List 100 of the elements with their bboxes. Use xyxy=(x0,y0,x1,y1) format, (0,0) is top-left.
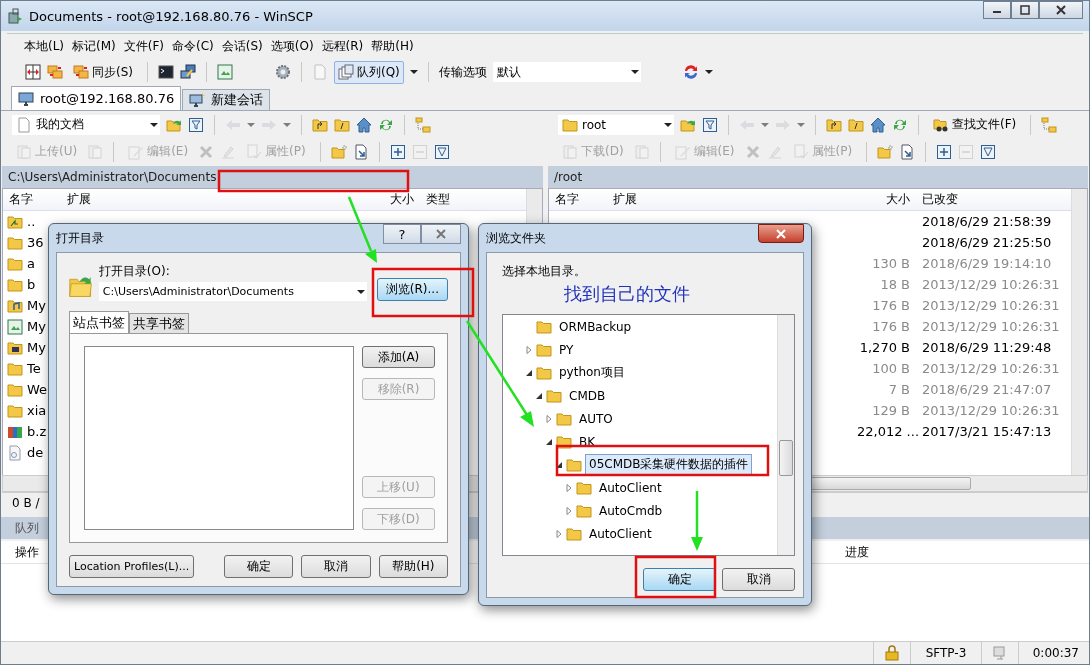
column-header[interactable]: 大小 xyxy=(362,191,420,208)
expanded-triangle-icon[interactable] xyxy=(525,368,533,377)
plus-icon[interactable] xyxy=(936,143,953,160)
location-dropdown[interactable]: 我的文档 xyxy=(12,114,160,135)
file-name[interactable]: My xyxy=(26,340,47,355)
help-button[interactable]: ? xyxy=(383,224,421,244)
menu-item[interactable]: 文件(F) xyxy=(120,37,168,55)
scrollbar[interactable] xyxy=(777,315,794,555)
collapsed-triangle-icon[interactable] xyxy=(565,483,573,492)
close-button[interactable] xyxy=(758,224,804,243)
file-name[interactable]: de xyxy=(26,445,45,460)
plus-icon[interactable] xyxy=(389,143,406,160)
collapsed-triangle-icon[interactable] xyxy=(545,414,553,423)
folder-tree-item[interactable]: PY xyxy=(555,340,578,359)
bookmark-button[interactable]: 添加(A) xyxy=(362,346,435,368)
menu-item[interactable]: 命令(C) xyxy=(169,37,217,55)
parent-folder-icon[interactable] xyxy=(312,116,328,133)
maximize-button[interactable] xyxy=(1011,1,1039,19)
menu-item[interactable]: 远程(R) xyxy=(318,37,367,55)
compare-icon[interactable] xyxy=(25,64,41,80)
file-name[interactable]: My xyxy=(26,298,47,313)
home-icon[interactable] xyxy=(870,116,886,133)
file-name[interactable]: 36 xyxy=(26,235,45,250)
caret-icon[interactable] xyxy=(409,70,418,74)
home-icon[interactable] xyxy=(356,116,372,133)
folder-tree-item[interactable]: AutoClient xyxy=(595,478,666,497)
session-tab[interactable]: 新建会话 xyxy=(182,89,271,110)
folder-tree-item[interactable]: AutoClient xyxy=(585,524,656,543)
browse-button[interactable]: 浏览(R)... xyxy=(376,278,448,301)
folders-icon[interactable] xyxy=(47,64,63,80)
file-name[interactable]: Te xyxy=(26,361,42,376)
menu-item[interactable]: 帮助(H) xyxy=(368,37,417,55)
new-folder-icon[interactable] xyxy=(877,143,894,160)
terminal-icon[interactable] xyxy=(158,64,174,80)
filter-icon[interactable] xyxy=(433,143,450,160)
bookmark-tab[interactable]: 站点书签 xyxy=(69,311,129,333)
folder-tree-item[interactable]: 05CMDB采集硬件数据的插件 xyxy=(585,454,753,475)
minimize-button[interactable] xyxy=(983,1,1011,19)
expanded-triangle-icon[interactable] xyxy=(545,437,553,446)
column-header[interactable]: 进度 xyxy=(845,543,869,561)
file-name[interactable]: b xyxy=(26,277,37,292)
directory-field[interactable]: C:\Users\Administrator\Documents xyxy=(98,282,367,301)
new-folder-icon[interactable] xyxy=(330,143,347,160)
caret-icon[interactable] xyxy=(704,70,713,74)
column-header[interactable]: 扩展 xyxy=(61,191,362,208)
filter-icon[interactable] xyxy=(702,116,718,133)
menu-item[interactable]: 标记(M) xyxy=(69,37,119,55)
file-name[interactable]: xia xyxy=(26,403,48,418)
expanded-triangle-icon[interactable] xyxy=(555,460,563,469)
menu-item[interactable]: 本地(L) xyxy=(21,37,68,55)
column-header[interactable]: 扩展 xyxy=(607,191,851,208)
close-button[interactable] xyxy=(1039,1,1083,19)
collapsed-triangle-icon[interactable] xyxy=(555,529,563,538)
menu-item[interactable]: 会话(S) xyxy=(218,37,266,55)
shortcut-icon[interactable] xyxy=(352,143,369,160)
filter-icon[interactable] xyxy=(980,143,997,160)
find-files-button[interactable]: 查找文件(F) xyxy=(929,113,1021,136)
column-header[interactable]: 类型 xyxy=(420,191,526,208)
location-dropdown[interactable]: root xyxy=(558,114,674,135)
collapsed-triangle-icon[interactable] xyxy=(525,345,533,354)
folder-tree-item[interactable]: python项目 xyxy=(555,362,629,383)
column-header[interactable]: 已改变 xyxy=(916,191,1071,208)
shortcut-icon[interactable] xyxy=(899,143,916,160)
file-name[interactable]: b.z xyxy=(26,424,48,439)
file-name[interactable]: We xyxy=(26,382,49,397)
root-folder-icon[interactable] xyxy=(848,116,864,133)
dialog-button[interactable]: 确定 xyxy=(224,555,294,578)
file-name[interactable]: a xyxy=(26,256,36,271)
tree-icon[interactable] xyxy=(1041,116,1058,133)
file-name[interactable]: .. xyxy=(26,214,37,229)
column-header[interactable]: 大小 xyxy=(851,191,916,208)
folder-tree-item[interactable]: ORMBackup xyxy=(555,317,636,336)
queue-button[interactable]: 队列(Q) xyxy=(334,60,404,84)
column-header[interactable]: 名字 xyxy=(3,191,61,208)
transfer-settings-dropdown[interactable]: 默认 xyxy=(492,62,641,82)
tree-icon[interactable] xyxy=(415,116,431,133)
folder-tree-item[interactable]: CMDB xyxy=(565,386,610,405)
picture-icon[interactable] xyxy=(217,64,233,80)
menu-item[interactable]: 选项(O) xyxy=(267,37,317,55)
file-name[interactable]: My xyxy=(26,319,47,334)
column-header[interactable]: 名字 xyxy=(549,191,607,208)
filter-icon[interactable] xyxy=(188,116,204,133)
ok-button[interactable]: 确定 xyxy=(643,568,716,591)
dialog-button[interactable]: Location Profiles(L)... xyxy=(69,555,195,578)
dialog-button[interactable]: 帮助(H) xyxy=(378,555,448,578)
settings-icon[interactable] xyxy=(275,64,291,80)
monitors-icon[interactable] xyxy=(180,64,196,80)
folder-tree-item[interactable]: AutoCmdb xyxy=(595,501,667,520)
expanded-triangle-icon[interactable] xyxy=(535,391,543,400)
scrollbar[interactable] xyxy=(1071,189,1087,475)
cancel-button[interactable]: 取消 xyxy=(722,568,795,591)
session-tab[interactable]: root@192.168.80.76 xyxy=(11,86,182,110)
circular-arrows-icon[interactable] xyxy=(682,64,699,80)
dialog-button[interactable]: 取消 xyxy=(301,555,371,578)
folder-tree-item[interactable]: AUTO xyxy=(575,409,617,428)
bookmark-tab[interactable]: 共享书签 xyxy=(129,313,189,333)
parent-folder-icon[interactable] xyxy=(826,116,842,133)
collapsed-triangle-icon[interactable] xyxy=(565,506,573,515)
root-folder-icon[interactable] xyxy=(334,116,350,133)
synchronize-button[interactable]: 同步(S) xyxy=(69,60,137,84)
